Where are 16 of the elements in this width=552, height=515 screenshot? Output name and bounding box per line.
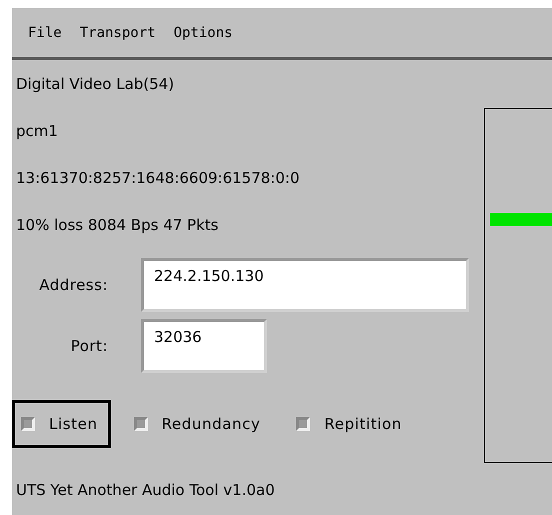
option-checkbox[interactable]: Repitition xyxy=(287,400,415,448)
menu-item[interactable]: Transport xyxy=(74,20,162,44)
field-label: Address: xyxy=(38,276,108,294)
info-text: pcm1 xyxy=(15,122,58,140)
field-label: Port: xyxy=(70,337,108,355)
info-text: 10% loss 8084 Bps 47 Pkts xyxy=(15,216,218,234)
info-text: 13:61370:8257:1648:6609:61578:0:0 xyxy=(15,168,300,186)
option-checkbox[interactable]: Listen xyxy=(12,400,111,448)
menu-item[interactable]: File xyxy=(22,20,68,44)
menu-item[interactable]: Options xyxy=(168,20,239,44)
input-field[interactable]: 224.2.150.130 xyxy=(141,258,469,312)
option-checkbox[interactable]: Redundancy xyxy=(124,400,274,448)
info-text: Digital Video Lab(54) xyxy=(15,74,174,92)
status-text: UTS Yet Another Audio Tool v1.0a0 xyxy=(15,481,275,499)
input-field[interactable]: 32036 xyxy=(141,319,267,373)
level-bar xyxy=(490,213,552,226)
